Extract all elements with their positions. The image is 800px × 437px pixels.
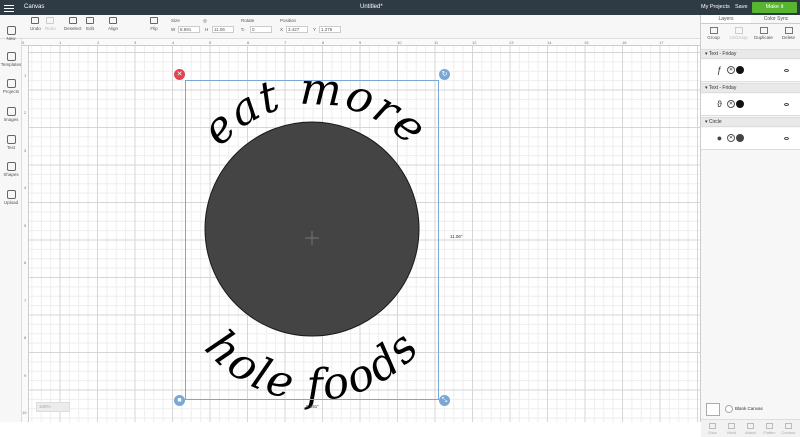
layers-panel: Layers Color Sync Group UnGroup Duplicat… — [700, 15, 800, 437]
weld-icon — [728, 423, 735, 429]
tab-layers[interactable]: Layers — [701, 15, 751, 23]
layer-group-header[interactable]: ▾ Circle — [701, 117, 800, 127]
lock-handle-icon[interactable]: ■ — [174, 395, 185, 406]
flatten-button[interactable]: Flatten — [760, 423, 779, 435]
ungroup-icon — [734, 27, 743, 34]
selection-box — [185, 80, 439, 400]
color-swatch[interactable] — [736, 66, 744, 74]
ungroup-button[interactable]: UnGroup — [726, 27, 751, 40]
group-icon — [709, 27, 718, 34]
rotate-handle-icon[interactable]: ↻ — [439, 69, 450, 80]
eye-icon[interactable] — [784, 137, 789, 140]
layer-thumbnail: ϑ — [717, 99, 722, 109]
blank-canvas-swatch[interactable] — [706, 403, 720, 416]
trash-icon — [784, 27, 793, 34]
delete-handle-icon[interactable]: ✕ — [174, 69, 185, 80]
layer-thumbnail: ƒ — [716, 65, 722, 75]
duplicate-button[interactable]: Duplicate — [751, 27, 776, 40]
blank-canvas-label: Blank Canvas — [735, 406, 763, 411]
layer-row[interactable]: ƒ ✕ — [701, 60, 800, 82]
layer-group-header[interactable]: ▾ Text - Friday — [701, 49, 800, 59]
zoom-control[interactable]: 100% — [36, 402, 70, 412]
duplicate-icon — [759, 27, 768, 34]
layer-row[interactable]: ● ✕ — [701, 128, 800, 150]
blank-canvas-toggle[interactable] — [725, 405, 733, 413]
delete-button[interactable]: Delete — [776, 27, 800, 40]
eye-icon[interactable] — [784, 103, 789, 106]
cut-icon: ✕ — [727, 134, 735, 142]
scale-handle-icon[interactable]: ⤡ — [439, 395, 450, 406]
cut-icon: ✕ — [727, 66, 735, 74]
flatten-icon — [766, 423, 773, 429]
cut-icon: ✕ — [727, 100, 735, 108]
group-button[interactable]: Group — [701, 27, 726, 40]
contour-button[interactable]: Contour — [779, 423, 798, 435]
height-dimension-label: 11.06" — [450, 234, 463, 239]
eye-icon[interactable] — [784, 69, 789, 72]
slice-button[interactable]: Slice — [703, 423, 722, 435]
panel-tools: Group UnGroup Duplicate Delete — [701, 25, 800, 49]
slice-icon — [709, 423, 716, 429]
layer-group-header[interactable]: ▾ Text - Friday — [701, 83, 800, 93]
layer-row[interactable]: ϑ ✕ — [701, 94, 800, 116]
contour-icon — [785, 423, 792, 429]
color-swatch[interactable] — [736, 134, 744, 142]
panel-tabs: Layers Color Sync — [701, 15, 800, 24]
layer-thumbnail: ● — [716, 133, 723, 143]
weld-button[interactable]: Weld — [722, 423, 741, 435]
attach-icon — [747, 423, 754, 429]
attach-button[interactable]: Attach — [741, 423, 760, 435]
width-dimension-label: 8.891" — [306, 404, 319, 409]
tab-color-sync[interactable]: Color Sync — [751, 15, 800, 23]
color-swatch[interactable] — [736, 100, 744, 108]
